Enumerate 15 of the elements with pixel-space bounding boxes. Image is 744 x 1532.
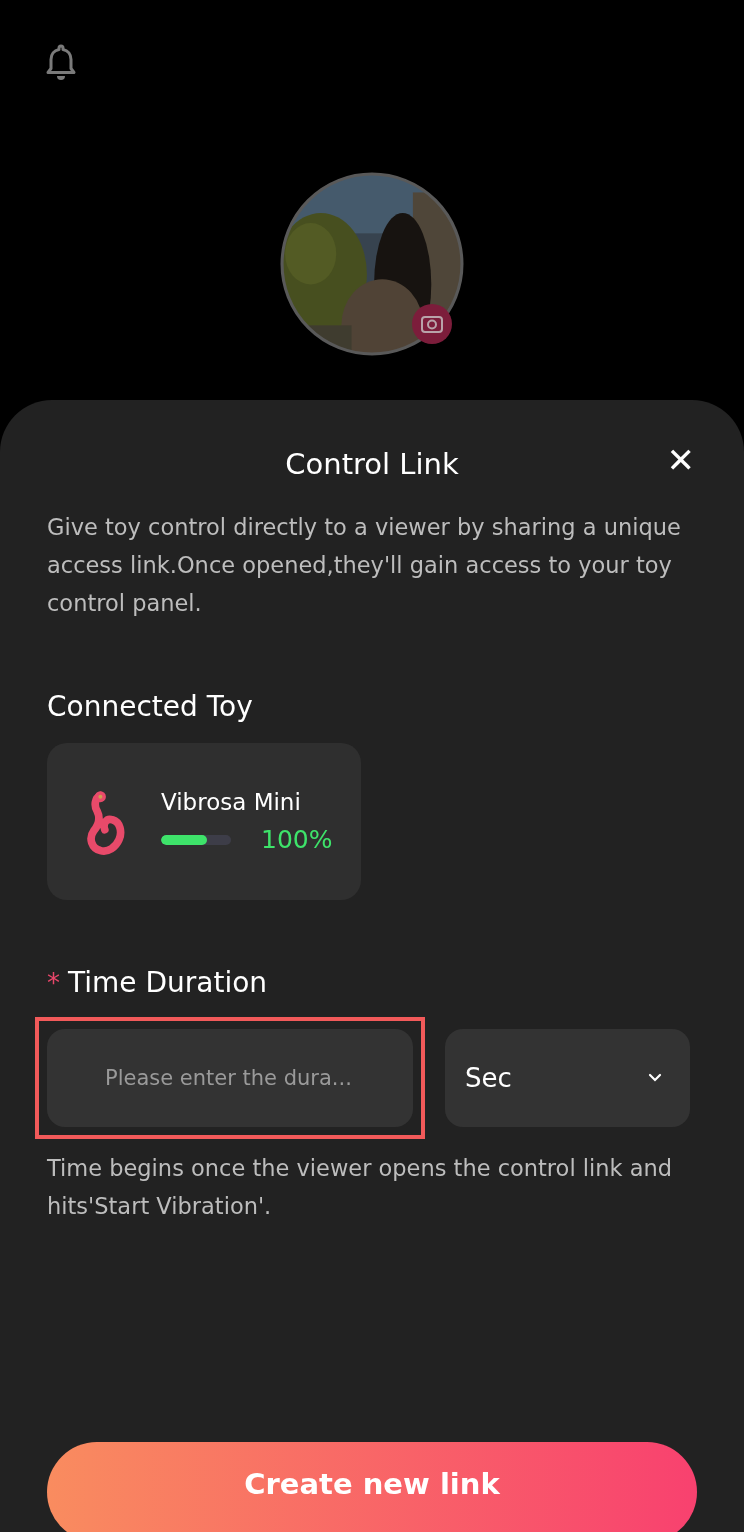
chevron-down-icon <box>648 1073 662 1083</box>
sheet-title: Control Link <box>285 447 459 481</box>
field-label: Time Duration <box>68 966 268 999</box>
required-mark: * <box>47 967 60 998</box>
unit-dropdown[interactable]: Sec <box>445 1029 690 1127</box>
camera-icon[interactable] <box>412 304 452 344</box>
battery-bar <box>161 834 231 845</box>
close-button[interactable]: ✕ <box>666 443 695 477</box>
hint-text: Time begins once the viewer opens the control link and hits'Start Vibration'. <box>47 1154 674 1221</box>
toy-name: Vibrosa Mini <box>161 789 302 815</box>
section-heading: Connected Toy <box>47 690 254 723</box>
description-text: Give toy control directly to a viewer by sharing a unique access link.Once opened,they'll gain access to your toy control panel. <box>47 513 682 618</box>
battery-percent: 100% <box>261 825 333 854</box>
duration-field[interactable]: Please enter the dura... <box>47 1029 413 1127</box>
toy-card[interactable]: Vibrosa Mini 100% <box>47 743 361 900</box>
